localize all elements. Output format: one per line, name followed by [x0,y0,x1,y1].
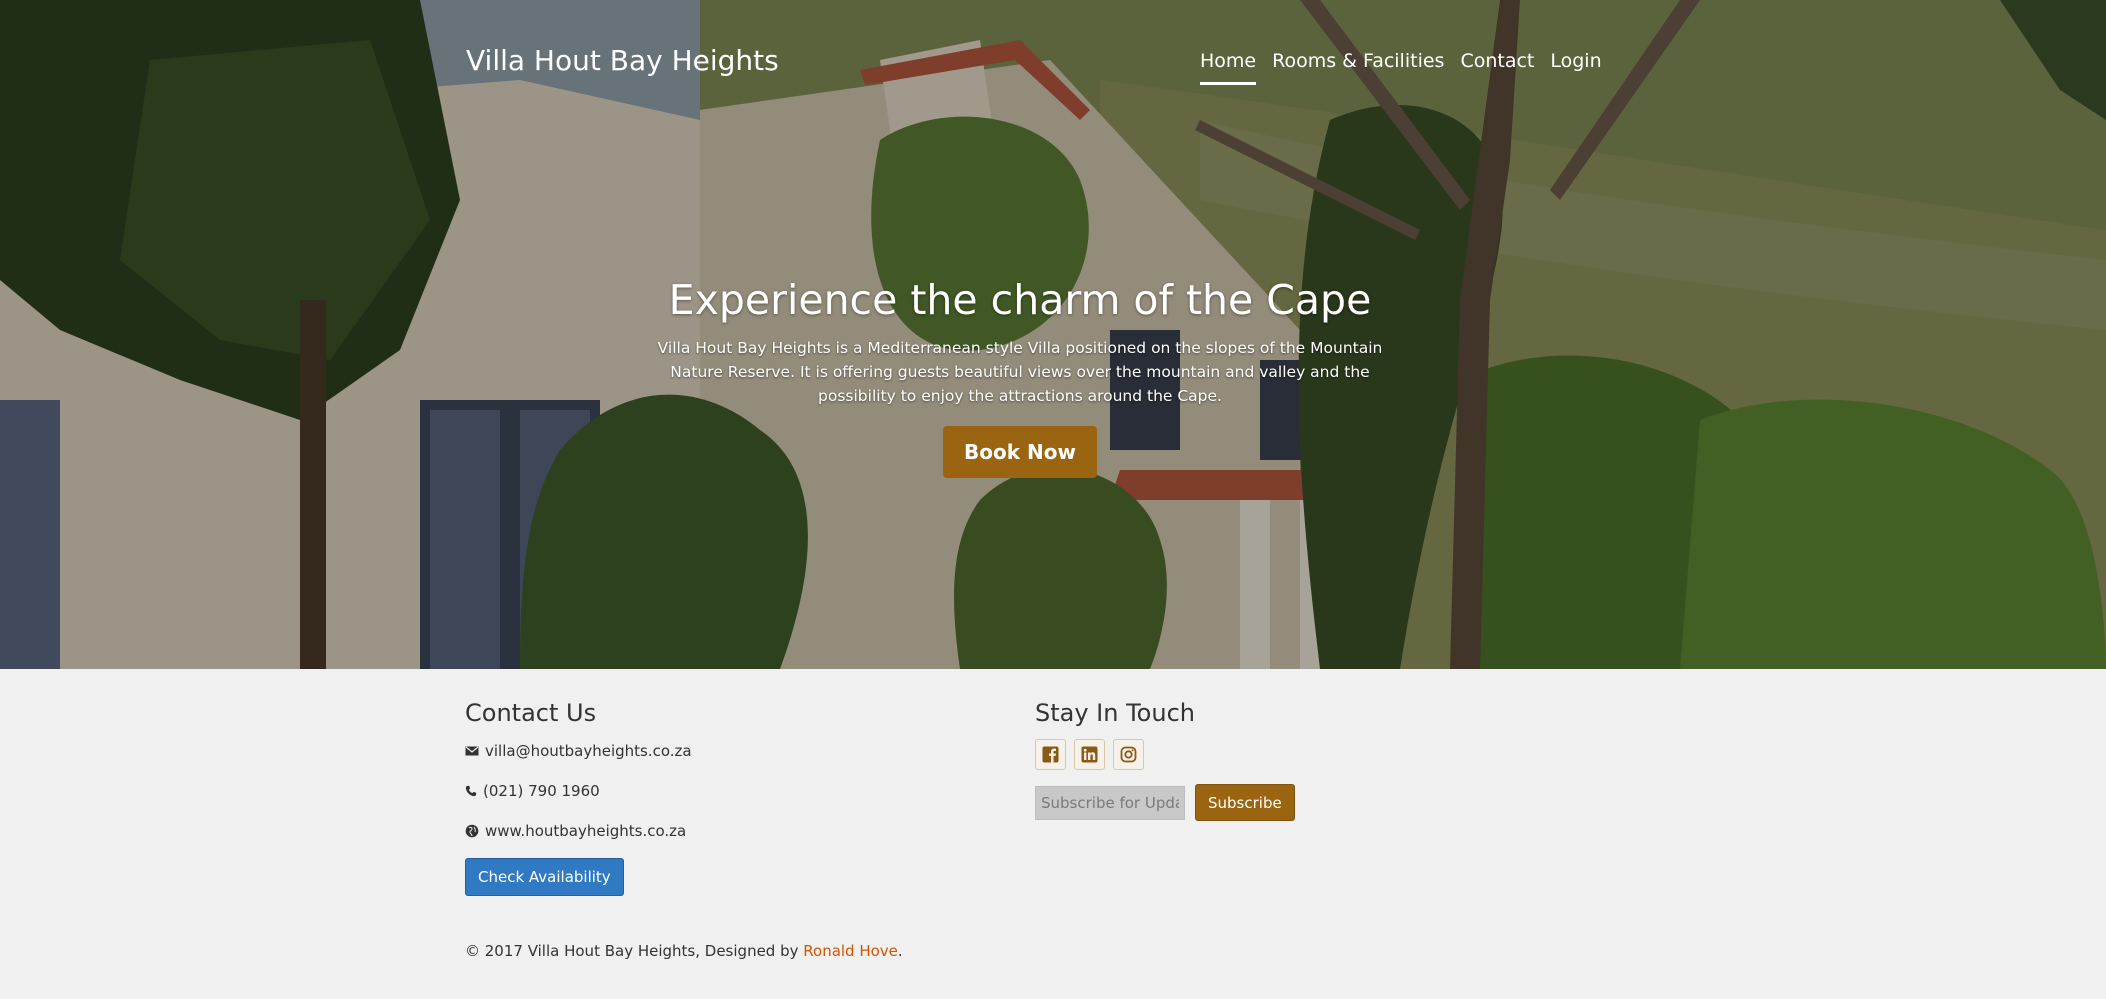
globe-icon [465,824,479,837]
subscribe-input[interactable] [1035,785,1185,820]
copyright-prefix: © 2017 Villa Hout Bay Heights, Designed … [465,942,804,960]
contact-column: Contact Us villa@houtbayheights.co.za (0… [465,699,985,896]
facebook-icon [1042,746,1059,763]
hero-description: Villa Hout Bay Heights is a Mediterranea… [657,339,1383,405]
copyright-suffix: . [897,942,903,960]
hero-title: Experience the charm of the Cape [668,276,1372,324]
contact-email[interactable]: villa@houtbayheights.co.za [485,742,692,760]
stay-in-touch-column: Stay In Touch Subscribe for Updates Subs… [1035,699,1535,821]
linkedin-link[interactable] [1074,739,1105,770]
check-availability-button[interactable]: Check Availability [465,858,624,896]
contact-website[interactable]: www.houtbayheights.co.za [485,822,686,840]
subscribe-form: Subscribe [1035,784,1535,821]
subscribe-button[interactable]: Subscribe [1195,784,1295,821]
brand-logo-text[interactable]: Villa Hout Bay Heights [466,44,779,77]
contact-email-row: villa@houtbayheights.co.za [465,741,985,760]
nav-rooms-facilities[interactable]: Rooms & Facilities [1272,50,1444,85]
hero-content: Experience the charm of the Cape Villa H… [620,276,1420,478]
contact-title: Contact Us [465,699,597,727]
nav-home[interactable]: Home [1200,50,1257,85]
linkedin-icon [1081,746,1098,763]
book-now-button[interactable]: Book Now [943,426,1097,478]
footer-section: Contact Us villa@houtbayheights.co.za (0… [0,669,2106,999]
contact-website-row: www.houtbayheights.co.za [465,821,985,840]
envelope-icon [465,746,479,755]
facebook-link[interactable] [1035,739,1066,770]
phone-icon [465,785,477,796]
contact-phone-row: (021) 790 1960 [465,781,985,800]
contact-phone: (021) 790 1960 [483,781,600,800]
social-links [1035,739,1535,770]
instagram-icon [1120,746,1137,763]
copyright-text: © 2017 Villa Hout Bay Heights, Designed … [465,942,903,960]
instagram-link[interactable] [1113,739,1144,770]
stay-in-touch-title: Stay In Touch [1035,699,1195,727]
main-nav: Home Rooms & Facilities Contact Login [1200,50,1602,85]
designer-link[interactable]: Ronald Hove [803,942,898,960]
nav-login[interactable]: Login [1550,50,1601,85]
hero-section: Villa Hout Bay Heights Home Rooms & Faci… [0,0,2106,669]
nav-contact[interactable]: Contact [1460,50,1534,85]
